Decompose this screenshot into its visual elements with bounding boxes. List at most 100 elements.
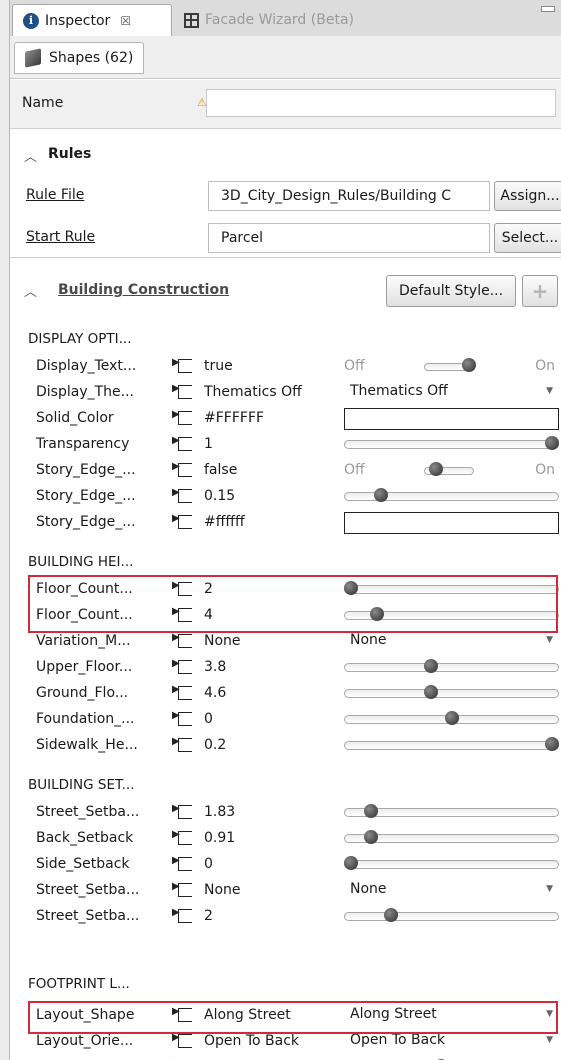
dropdown-arrow-icon[interactable]: ▼ (546, 635, 553, 645)
connect-source-icon[interactable] (172, 461, 192, 477)
attribute-value[interactable]: Thematics Off (198, 381, 338, 405)
dropdown[interactable]: Thematics Off ▼ (344, 381, 559, 405)
toggle-knob[interactable] (462, 358, 476, 372)
connect-source-icon[interactable] (172, 357, 192, 373)
start-rule-field[interactable]: Parcel (208, 223, 490, 253)
attribute-value[interactable]: false (198, 459, 338, 483)
start-rule-row: Start Rule Parcel Select... (10, 218, 561, 258)
attribute-value[interactable]: None (198, 630, 338, 654)
attribute-name: Layout_Orie... (36, 1033, 134, 1049)
toggle-knob[interactable] (429, 462, 443, 476)
tab-inspector[interactable]: i Inspector ☒ (12, 4, 172, 36)
slider-knob[interactable] (545, 737, 559, 751)
attribute-value[interactable]: 0.15 (198, 485, 338, 509)
attribute-row: Variation_M... None None ▼ (10, 630, 561, 654)
connect-source-icon[interactable] (172, 803, 192, 819)
slider-knob[interactable] (444, 711, 459, 725)
slider-track[interactable] (344, 440, 559, 449)
dropdown-arrow-icon[interactable]: ▼ (546, 884, 553, 894)
slider-track[interactable] (344, 912, 559, 921)
connect-source-icon[interactable] (172, 710, 192, 726)
name-label: Name (22, 95, 64, 111)
attribute-value[interactable]: 1.83 (198, 801, 338, 825)
attribute-value[interactable]: 1 (198, 433, 338, 457)
name-row: Name ⚠ (10, 80, 561, 129)
tab-facade-label: Facade Wizard (Beta) (205, 12, 354, 28)
slider-track[interactable] (344, 663, 559, 672)
dropdown[interactable]: None ▼ (344, 630, 559, 654)
attribute-value[interactable]: 0.2 (198, 734, 338, 758)
connect-source-icon[interactable] (172, 881, 192, 897)
section-footprint: FOOTPRINT L... (28, 976, 130, 992)
attribute-slider (344, 708, 559, 732)
attribute-value[interactable]: None (198, 879, 338, 903)
name-input[interactable] (206, 89, 556, 117)
dropdown-arrow-icon[interactable]: ▼ (546, 1035, 553, 1045)
connect-source-icon[interactable] (172, 907, 192, 923)
building-construction-link[interactable]: Building Construction (58, 282, 229, 298)
minimize-icon[interactable] (541, 6, 555, 12)
slider-knob[interactable] (344, 856, 358, 870)
shapes-tab[interactable]: Shapes (62) (14, 42, 145, 74)
connect-source-icon[interactable] (172, 736, 192, 752)
attribute-value[interactable]: true (198, 355, 338, 379)
add-style-button[interactable]: + (522, 275, 558, 307)
attribute-value[interactable]: 3.8 (198, 656, 338, 680)
dropdown[interactable]: None ▼ (344, 879, 559, 903)
chevron-up-icon[interactable]: ︿ (24, 281, 37, 300)
attribute-value[interactable]: 0 (198, 853, 338, 877)
slider-track[interactable] (344, 689, 559, 698)
connect-source-icon[interactable] (172, 658, 192, 674)
color-box[interactable] (344, 408, 559, 430)
connect-source-icon[interactable] (172, 487, 192, 503)
attribute-name: Street_Setba... (36, 908, 140, 924)
connect-source-icon[interactable] (172, 855, 192, 871)
left-border (0, 0, 10, 1060)
default-style-button[interactable]: Default Style... (386, 275, 516, 307)
dropdown-arrow-icon[interactable]: ▼ (546, 386, 553, 396)
chevron-up-icon[interactable]: ︿ (24, 146, 37, 165)
divider (10, 257, 561, 258)
color-swatch (344, 511, 559, 535)
attribute-name: Back_Setback (36, 830, 134, 846)
attribute-value[interactable]: 0 (198, 708, 338, 732)
color-box[interactable] (344, 512, 559, 534)
slider-knob[interactable] (545, 436, 559, 450)
rule-file-field[interactable]: 3D_City_Design_Rules/Building C (208, 181, 490, 211)
tab-facade-wizard[interactable]: Facade Wizard (Beta) (174, 4, 384, 36)
toggle-on-label: On (535, 358, 555, 374)
connect-source-icon[interactable] (172, 383, 192, 399)
attribute-row: Transparency 1 (10, 433, 561, 457)
connect-source-icon[interactable] (172, 513, 192, 529)
assign-button[interactable]: Assign... (494, 181, 561, 211)
connect-source-icon[interactable] (172, 435, 192, 451)
attribute-dropdown: None ▼ (344, 879, 559, 903)
connect-source-icon[interactable] (172, 684, 192, 700)
connect-source-icon[interactable] (172, 829, 192, 845)
slider-track[interactable] (344, 860, 559, 869)
attribute-value[interactable]: #ffffff (198, 511, 338, 535)
slider-knob[interactable] (364, 830, 379, 844)
attribute-value[interactable]: 4.6 (198, 682, 338, 706)
connect-source-icon[interactable] (172, 632, 192, 648)
attribute-value[interactable]: 13 (198, 1056, 338, 1060)
attribute-value[interactable]: 2 (198, 905, 338, 929)
attribute-slider (344, 656, 559, 680)
connect-source-icon[interactable] (172, 409, 192, 425)
slider-knob[interactable] (364, 804, 379, 818)
rule-file-row: Rule File 3D_City_Design_Rules/Building … (10, 176, 561, 216)
attribute-slider (344, 827, 559, 851)
rules-heading: Rules (48, 146, 92, 162)
section-setback: BUILDING SET... (28, 777, 135, 793)
slider-track[interactable] (344, 741, 559, 750)
select-button[interactable]: Select... (494, 223, 561, 253)
rule-file-link[interactable]: Rule File (26, 187, 84, 203)
attribute-value[interactable]: #FFFFFF (198, 407, 338, 431)
shapes-header: Shapes (62) (10, 36, 561, 79)
tab-strip: i Inspector ☒ Facade Wizard (Beta) (10, 0, 561, 37)
attribute-value[interactable]: 0.91 (198, 827, 338, 851)
rules-section-header[interactable]: ︿ Rules (10, 138, 561, 172)
close-icon[interactable]: ☒ (120, 14, 131, 28)
connect-source-icon[interactable] (172, 1032, 192, 1048)
start-rule-link[interactable]: Start Rule (26, 229, 95, 245)
